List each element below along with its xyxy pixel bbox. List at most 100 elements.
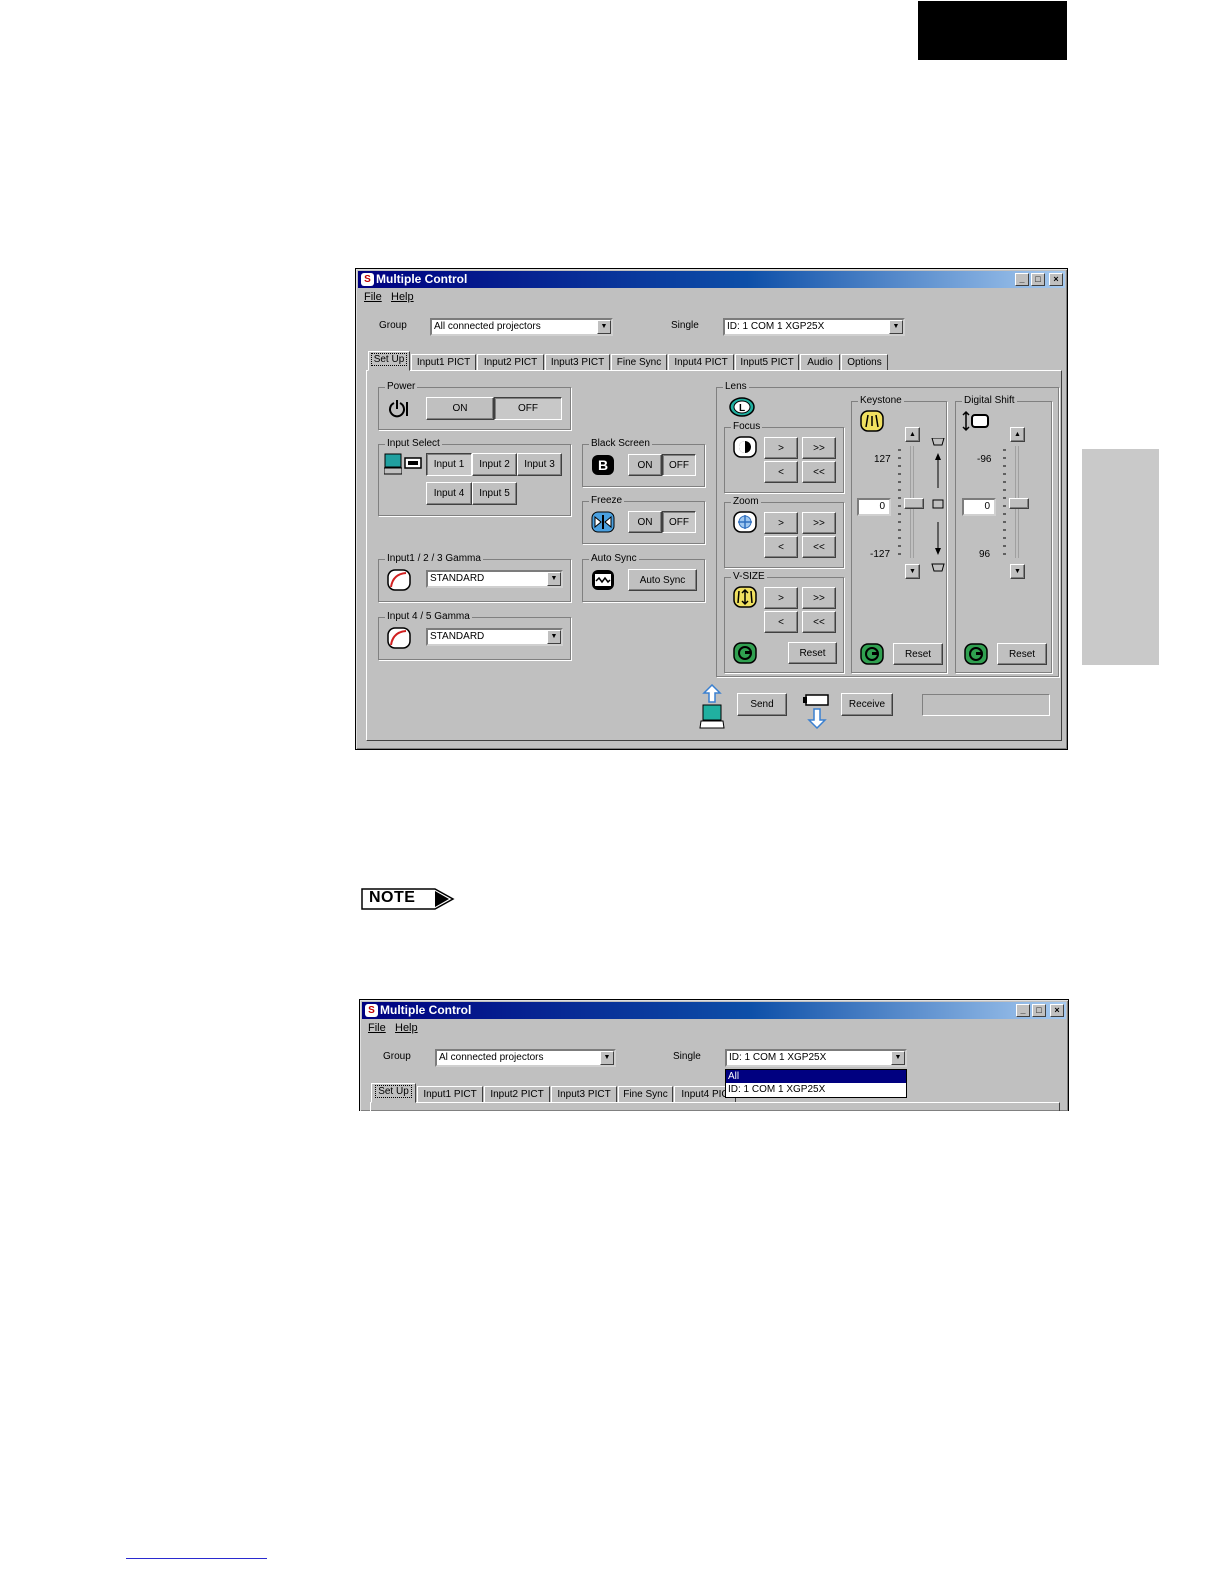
chevron-down-icon[interactable]: ▼ xyxy=(597,320,611,334)
receive-button[interactable]: Receive xyxy=(841,693,893,716)
tab-set-up[interactable]: Set Up xyxy=(368,351,410,371)
freeze-on-button[interactable]: ON xyxy=(628,511,662,533)
black-screen-icon: B xyxy=(591,454,615,476)
power-off-button[interactable]: OFF xyxy=(494,397,562,420)
tab-set-up[interactable]: Set Up xyxy=(371,1083,416,1103)
keystone-value-field[interactable]: 0 xyxy=(857,498,891,516)
digital-shift-value-field[interactable]: 0 xyxy=(962,498,996,516)
gamma-curve-icon xyxy=(387,627,411,649)
digital-shift-reset-button[interactable]: Reset xyxy=(997,643,1047,665)
tab-options[interactable]: Options xyxy=(841,354,888,371)
menu-file[interactable]: File xyxy=(364,291,382,303)
gamma-123-value: STANDARD xyxy=(430,573,485,584)
group-label: Group xyxy=(383,1051,411,1062)
input-1-button[interactable]: Input 1 xyxy=(426,453,472,476)
title-bar[interactable]: S Multiple Control _ □ × xyxy=(358,271,1065,288)
tab-input3-pict[interactable]: Input3 PICT xyxy=(545,354,610,371)
menu-file[interactable]: File xyxy=(368,1022,386,1034)
auto-sync-button[interactable]: Auto Sync xyxy=(628,569,697,591)
input-2-button[interactable]: Input 2 xyxy=(472,453,517,476)
minimize-button[interactable]: _ xyxy=(1016,1004,1030,1017)
keystone-legend: Keystone xyxy=(858,395,904,407)
single-select[interactable]: ID: 1 COM 1 XGP25X ▼ xyxy=(725,1049,907,1067)
chevron-down-icon[interactable]: ▼ xyxy=(547,630,561,644)
close-button[interactable]: × xyxy=(1050,1004,1064,1017)
black-screen-on-button[interactable]: ON xyxy=(628,454,662,476)
tab-input5-pict[interactable]: Input5 PICT xyxy=(735,354,799,371)
focus-back-button[interactable]: < xyxy=(764,461,798,483)
tab-input4-pict[interactable]: Input4 PICT xyxy=(668,354,734,371)
multiple-control-window: S Multiple Control _ □ × File Help Group… xyxy=(355,268,1068,750)
chapter-black-tab xyxy=(918,1,1067,60)
vsize-back-button[interactable]: < xyxy=(764,611,798,633)
menu-help[interactable]: Help xyxy=(391,291,414,303)
power-icon xyxy=(387,398,411,420)
keystone-reset-button[interactable]: Reset xyxy=(893,643,943,665)
black-screen-off-button[interactable]: OFF xyxy=(662,454,696,476)
focus-fast-forward-button[interactable]: >> xyxy=(802,437,836,459)
close-button[interactable]: × xyxy=(1049,273,1063,286)
vsize-fast-forward-button[interactable]: >> xyxy=(802,587,836,609)
zoom-icon xyxy=(733,511,757,533)
note-label: NOTE xyxy=(361,888,456,910)
single-dropdown-list[interactable]: All ID: 1 COM 1 XGP25X xyxy=(725,1069,907,1098)
group-select[interactable]: Al connected projectors ▼ xyxy=(435,1049,616,1067)
input-4-button[interactable]: Input 4 xyxy=(426,482,472,505)
title-bar[interactable]: S Multiple Control _ □ × xyxy=(362,1002,1066,1019)
video-input-icon xyxy=(404,457,422,469)
focus-fast-back-button[interactable]: << xyxy=(802,461,836,483)
send-button[interactable]: Send xyxy=(737,693,787,716)
tab-input1-pict[interactable]: Input1 PICT xyxy=(417,1086,483,1103)
keystone-slider-thumb[interactable] xyxy=(904,498,924,509)
keystone-up-button[interactable]: ▲ xyxy=(905,427,920,442)
digital-shift-slider-thumb[interactable] xyxy=(1009,498,1029,509)
zoom-forward-button[interactable]: > xyxy=(764,512,798,534)
chevron-down-icon[interactable]: ▼ xyxy=(889,320,903,334)
tab-input3-pict[interactable]: Input3 PICT xyxy=(551,1086,617,1103)
tab-fine-sync[interactable]: Fine Sync xyxy=(618,1086,673,1103)
tab-fine-sync[interactable]: Fine Sync xyxy=(611,354,667,371)
dropdown-option-all[interactable]: All xyxy=(726,1070,906,1083)
chevron-down-icon[interactable]: ▼ xyxy=(547,572,561,586)
group-select[interactable]: All connected projectors ▼ xyxy=(430,318,613,336)
multiple-control-window-dropdown: S Multiple Control _ □ × File Help Group… xyxy=(359,999,1069,1111)
minimize-button[interactable]: _ xyxy=(1015,273,1029,286)
keystone-top-label: 127 xyxy=(874,454,891,465)
focus-forward-button[interactable]: > xyxy=(764,437,798,459)
note-text: NOTE xyxy=(369,889,416,906)
input-3-button[interactable]: Input 3 xyxy=(517,453,562,476)
tab-input2-pict[interactable]: Input2 PICT xyxy=(484,1086,550,1103)
tab-input1-pict[interactable]: Input1 PICT xyxy=(411,354,476,371)
gamma-45-select[interactable]: STANDARD ▼ xyxy=(426,628,563,646)
auto-sync-group: Auto Sync Auto Sync xyxy=(582,553,705,602)
single-label: Single xyxy=(671,320,699,331)
maximize-button[interactable]: □ xyxy=(1032,1004,1046,1017)
digital-shift-up-button[interactable]: ▲ xyxy=(1010,427,1025,442)
power-on-button[interactable]: ON xyxy=(426,397,494,420)
lens-reset-button[interactable]: Reset xyxy=(788,642,837,664)
zoom-back-button[interactable]: < xyxy=(764,536,798,558)
zoom-fast-back-button[interactable]: << xyxy=(802,536,836,558)
tab-strip: Set Up Input1 PICT Input2 PICT Input3 PI… xyxy=(366,351,1066,371)
tab-input2-pict[interactable]: Input2 PICT xyxy=(477,354,544,371)
vsize-forward-button[interactable]: > xyxy=(764,587,798,609)
menu-help[interactable]: Help xyxy=(395,1022,418,1034)
reset-icon xyxy=(860,643,884,665)
keystone-bottom-label: -127 xyxy=(870,549,891,560)
digital-shift-down-button[interactable]: ▼ xyxy=(1010,564,1025,579)
freeze-off-button[interactable]: OFF xyxy=(662,511,696,533)
dropdown-option-id1[interactable]: ID: 1 COM 1 XGP25X xyxy=(726,1083,906,1096)
tab-audio[interactable]: Audio xyxy=(800,354,840,371)
input-5-button[interactable]: Input 5 xyxy=(472,482,517,505)
gamma-123-select[interactable]: STANDARD ▼ xyxy=(426,570,563,588)
chevron-down-icon[interactable]: ▼ xyxy=(600,1051,614,1065)
maximize-button[interactable]: □ xyxy=(1031,273,1045,286)
zoom-fast-forward-button[interactable]: >> xyxy=(802,512,836,534)
keystone-down-button[interactable]: ▼ xyxy=(905,564,920,579)
group-select-value: All connected projectors xyxy=(434,321,541,332)
single-select[interactable]: ID: 1 COM 1 XGP25X ▼ xyxy=(723,318,905,336)
gamma-45-group: Input 4 / 5 Gamma STANDARD ▼ xyxy=(378,611,571,660)
power-group: Power ON OFF xyxy=(378,381,571,430)
vsize-fast-back-button[interactable]: << xyxy=(802,611,836,633)
chevron-down-icon[interactable]: ▼ xyxy=(891,1051,905,1065)
